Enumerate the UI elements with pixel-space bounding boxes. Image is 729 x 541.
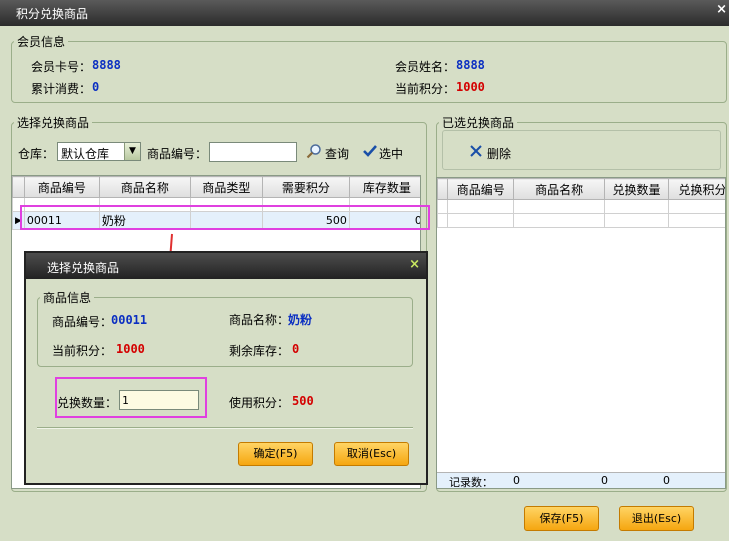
selected-grid: 商品编号 商品名称 兑换数量 兑换积分 记录数： 0 0 0 (436, 177, 726, 489)
product-code-input[interactable] (209, 142, 297, 162)
column-header[interactable]: 商品名称 (98, 176, 191, 198)
dialog-name-label: 商品名称： (229, 313, 290, 327)
highlight-row-box (20, 205, 430, 230)
footer-cell: 0 (601, 474, 608, 487)
dialog-code-label: 商品编号： (52, 315, 113, 329)
warehouse-select[interactable]: 默认仓库 ▼ (57, 142, 141, 161)
warehouse-label: 仓库： (18, 147, 55, 161)
points-value: 1000 (456, 80, 485, 94)
row-indicator-header (437, 178, 449, 200)
chevron-down-icon[interactable]: ▼ (124, 143, 140, 160)
spent-value: 0 (92, 80, 100, 94)
dialog-name-value: 奶粉 (288, 313, 313, 327)
products-header-row: 商品编号 商品名称 商品类型 需要积分 库存数量 (12, 176, 420, 198)
column-header[interactable]: 商品编号 (447, 178, 515, 200)
column-header[interactable]: 商品类型 (189, 176, 263, 198)
confirm-button[interactable]: 确定(F5) (238, 442, 313, 466)
checkmark-icon[interactable] (362, 143, 378, 159)
product-code-label: 商品编号： (147, 147, 208, 161)
query-button[interactable]: 查询 (325, 145, 349, 162)
column-header[interactable]: 兑换积分 (667, 178, 725, 200)
table-row-spacer (437, 199, 725, 214)
card-label: 会员卡号： (31, 60, 92, 74)
column-header[interactable]: 商品编号 (23, 176, 100, 198)
select-button[interactable]: 选中 (379, 145, 403, 162)
close-icon[interactable]: × (409, 257, 420, 272)
column-header[interactable]: 兑换数量 (604, 178, 669, 200)
dialog-points-label: 当前积分： (52, 344, 113, 358)
row-indicator-header (12, 176, 25, 198)
window-title: 积分兑换商品 (16, 7, 89, 21)
points-label: 当前积分： (395, 82, 456, 96)
dialog-points-value: 1000 (116, 342, 145, 356)
dialog-code-value: 00011 (111, 313, 148, 327)
member-name-value: 8888 (456, 58, 485, 72)
selected-header-row: 商品编号 商品名称 兑换数量 兑换积分 (437, 178, 725, 200)
window-titlebar: 积分兑换商品 × (0, 0, 729, 26)
selected-products-legend: 已选兑换商品 (442, 116, 515, 130)
footer-cell: 0 (663, 474, 670, 487)
table-row-spacer (437, 213, 725, 228)
column-header[interactable]: 库存数量 (348, 176, 420, 198)
record-count-label: 记录数： (449, 476, 493, 489)
dialog-stock-value: 0 (292, 342, 300, 356)
dialog-divider (37, 427, 413, 429)
use-points-value: 500 (292, 394, 314, 408)
selected-toolbar (442, 130, 721, 170)
search-icon[interactable] (306, 143, 322, 159)
highlight-qty-box (55, 377, 207, 418)
select-products-legend: 选择兑换商品 (17, 116, 90, 130)
member-name-label: 会员姓名： (395, 60, 456, 74)
member-info-legend: 会员信息 (17, 35, 66, 49)
cancel-button[interactable]: 取消(Esc) (334, 442, 409, 466)
footer-cell: 0 (513, 474, 520, 487)
selected-footer-row: 记录数： 0 0 0 (437, 472, 725, 489)
close-icon[interactable]: × (716, 2, 727, 17)
spent-label: 累计消费： (31, 82, 92, 96)
delete-icon[interactable] (469, 144, 483, 158)
column-header[interactable]: 商品名称 (513, 178, 605, 200)
selected-table: 商品编号 商品名称 兑换数量 兑换积分 (437, 178, 725, 228)
exit-button[interactable]: 退出(Esc) (619, 506, 694, 531)
dialog-stock-label: 剩余库存： (229, 344, 290, 358)
product-info-legend: 商品信息 (43, 291, 92, 305)
select-product-dialog: 选择兑换商品 × 商品信息 商品编号： 00011 商品名称： 奶粉 当前积分：… (24, 251, 428, 485)
save-button[interactable]: 保存(F5) (524, 506, 599, 531)
dialog-titlebar: 选择兑换商品 × (26, 253, 426, 279)
card-value: 8888 (92, 58, 121, 72)
use-points-label: 使用积分： (229, 396, 290, 410)
warehouse-select-value: 默认仓库 (61, 147, 110, 161)
delete-button[interactable]: 删除 (487, 145, 511, 162)
column-header[interactable]: 需要积分 (261, 176, 350, 198)
dialog-title: 选择兑换商品 (47, 261, 120, 275)
